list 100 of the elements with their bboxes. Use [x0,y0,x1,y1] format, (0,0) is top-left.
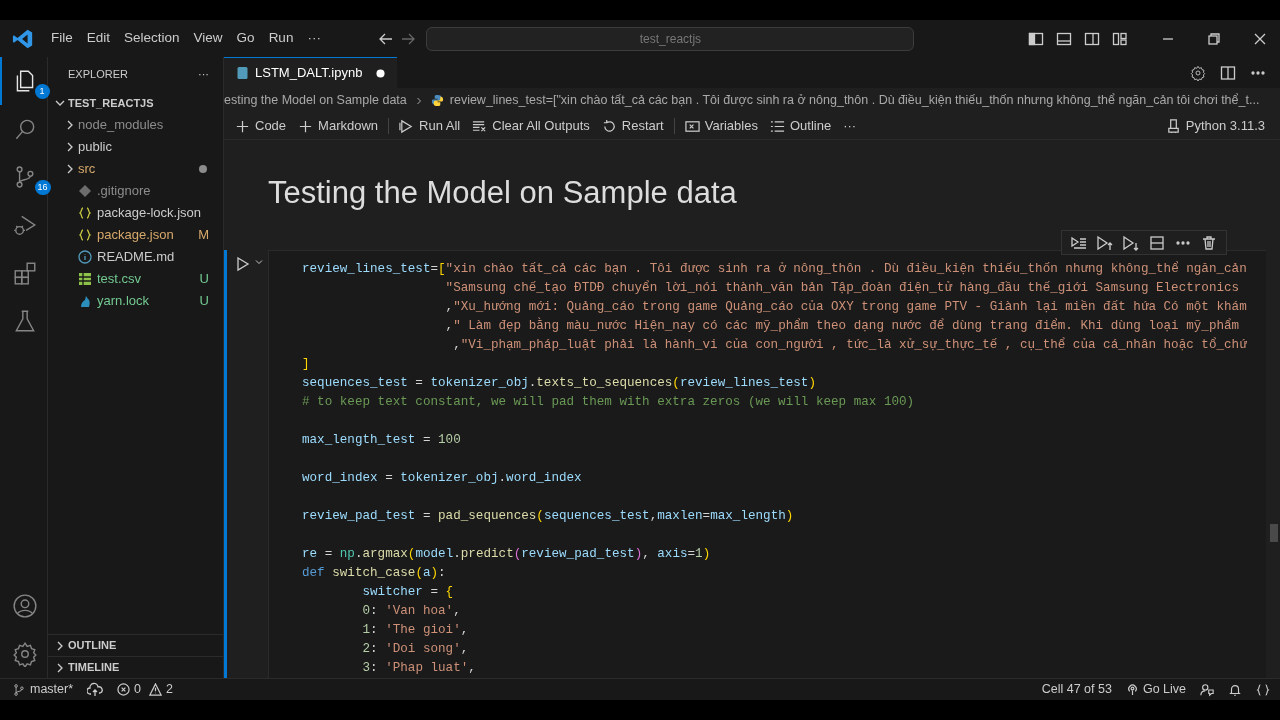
section-header[interactable]: TIMELINE [68,659,120,676]
count-badge: 16 [34,180,51,195]
folder-label[interactable]: public [78,137,112,157]
secondary-sidebar-icon[interactable] [1084,30,1100,47]
cloud-upload-icon[interactable] [87,681,104,698]
branch-icon [12,682,26,697]
panel-icon[interactable] [1056,30,1072,47]
info-icon [78,250,92,264]
toolbar-button[interactable]: Variables [679,114,763,138]
folder-root[interactable]: TEST_REACTJS [68,94,154,112]
braces-icon [78,228,92,242]
more-actions[interactable]: ··· [198,66,209,83]
table-icon [78,272,92,286]
clear-icon [472,118,488,134]
cell-position[interactable]: Cell 47 of 53 [1041,680,1112,699]
code-line: 0: 'Van hoa', [361,603,462,620]
settings-icon[interactable] [11,641,38,667]
filename-label[interactable]: .gitignore [97,181,151,201]
filename-label[interactable]: package.json [97,225,174,245]
error-icon [117,683,131,696]
layout-icon[interactable] [1112,30,1128,47]
code-line: ] [302,356,311,373]
git-status: U [199,292,209,311]
code-line: ,"Vi_phạm_pháp_luật phải là hành_vi của con_người , tức_là xử_sự_thực_tế , cụ_thể của cá_nhân hoặc tổ_chứ [452,336,1248,354]
filename-label[interactable]: package-lock.json [97,203,202,223]
folder-label[interactable]: src [78,159,96,179]
split-cell-icon[interactable] [1149,234,1165,251]
filename-label[interactable]: README.md [97,247,175,267]
command-center[interactable]: test_reactjs [426,26,915,51]
braces-icon[interactable] [1256,682,1270,697]
code-line: re = np.argmax(model.predict(review_pad_test), axis=1) [302,546,712,563]
code-line: word_index = tokenizer_obj.word_index [302,470,583,487]
menu-item[interactable]: Go [229,26,262,51]
delete-icon[interactable] [1201,234,1217,251]
sidebar-title: EXPLORER [68,67,128,83]
bell-icon[interactable] [1228,682,1242,697]
filename-label[interactable]: test.csv [97,269,142,289]
warning-icon [149,683,163,696]
account-icon[interactable] [11,593,38,619]
toolbar-button[interactable]: Outline [764,114,837,138]
list-icon [769,118,785,134]
git-status: M [198,226,209,245]
menu-item[interactable]: Selection [117,26,187,51]
folder-label[interactable]: node_modules [78,115,164,135]
run-below-icon[interactable] [1123,234,1139,251]
plus-icon [235,118,250,134]
breadcrumb-item[interactable]: review_lines_test=["xin chào tất_cả các bạn . Tôi được sinh ra ở nông_thôn . Dù điều_kiện thiếu_thốn nhưng không_thể ngăn_cản tôi chơi thể_t... [449,91,1260,110]
toolbar-button[interactable]: Restart [596,114,669,138]
code-line: def switch_case(a): [302,565,447,582]
split-editor-icon[interactable] [1220,64,1236,81]
restart-icon [601,118,617,134]
problems-indicator[interactable]: 0 2 [117,680,173,699]
editor-tab[interactable]: LSTM_DALT.ipynb [224,57,398,88]
variables-icon [684,118,700,134]
editor-logo-icon [12,27,34,50]
code-line: "Samsung chế_tạo ĐTDĐ chuyển lời_nói thành_văn bản Tập_đoàn điện_tử hàng_đầu thế_giới Samsung Electronics [444,279,1241,297]
play-icon [399,118,415,134]
primary-sidebar-icon[interactable] [1028,30,1044,47]
broadcast-icon [1125,683,1139,696]
code-editor[interactable] [268,250,1266,678]
menu-item[interactable]: Run [261,26,301,51]
toolbar-button[interactable]: ··· [838,114,862,138]
menu-item[interactable]: File [44,26,80,51]
python-icon [430,94,444,107]
execute-above-icon[interactable] [1071,234,1087,251]
code-line: ,"Xu_hướng mới: Quảng_cáo trong game Quảng_cáo của OXY trong game PTV - Giành lại miền đất hứa Có một khám [444,299,1248,316]
kernel-picker[interactable]: Python 3.11.3 [1160,114,1270,138]
toolbar-button[interactable]: Code [230,114,292,138]
restore-icon[interactable] [1208,32,1220,45]
go-live-button[interactable]: Go Live [1125,680,1186,699]
filename-label[interactable]: yarn.lock [97,291,150,311]
settings-icon[interactable] [1190,64,1206,81]
code-line: review_lines_test=["xin chào tất_cả các bạn . Tôi được sinh ra ở nông_thôn . Dù điều_kiện thiếu_thốn nhưng không_thể ngăn_cản [302,260,1248,278]
git-status: U [199,270,209,289]
close-icon[interactable] [1254,32,1266,45]
markdown-heading: Testing the Model on Sample data [267,174,737,212]
toolbar-button[interactable]: Markdown [293,114,384,138]
menu-item[interactable]: Edit [79,26,118,51]
menu-item[interactable]: View [186,26,230,51]
code-line: review_pad_test = pad_sequences(sequences_test,maxlen=max_length) [302,508,795,525]
breadcrumb-item[interactable]: esting the Model on Sample data [224,91,407,110]
menu-item[interactable]: ··· [300,26,328,51]
count-badge: 1 [34,84,50,99]
toolbar-button[interactable]: Run All [394,114,466,138]
unsaved-dot-icon [376,68,386,78]
braces-icon [78,206,92,220]
toolbar-button[interactable]: Clear All Outputs [467,114,595,138]
branch-indicator[interactable]: master* [12,680,74,699]
code-line: switcher = { [361,584,455,601]
feedback-icon[interactable] [1200,682,1214,697]
notebook-icon [236,66,249,80]
code-line: sequences_test = tokenizer_obj.texts_to_sequences(review_lines_test) [302,375,817,392]
run-cell-icon[interactable] [235,256,251,272]
code-line: 3: 'Phap luat', [361,660,477,677]
plus-icon [298,118,314,134]
section-header[interactable]: OUTLINE [68,637,117,654]
code-line: max_length_test = 100 [302,432,462,449]
scrollbar-thumb[interactable] [1270,524,1278,542]
run-above-icon[interactable] [1097,234,1113,251]
code-line: # to keep text constant, we will pad them with extra zeros (we will keep max 100) [302,394,916,411]
